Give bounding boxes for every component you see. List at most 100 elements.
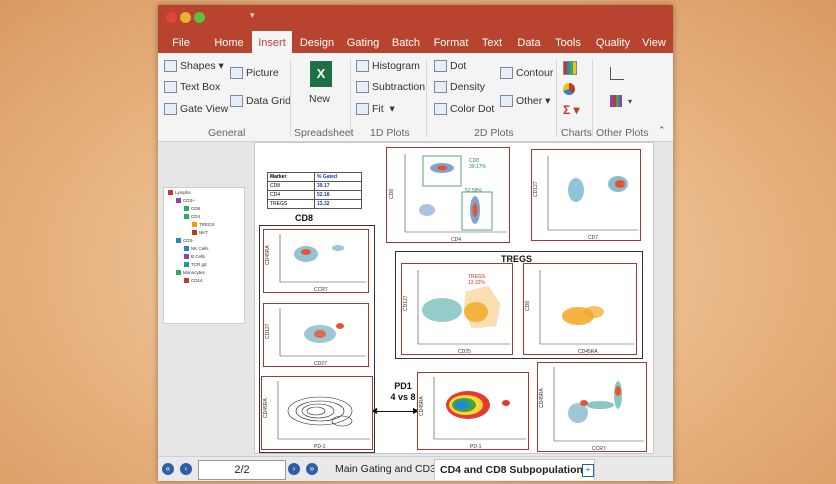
report-page[interactable]: Marker% Gated CD8 39.17 CD4 52.18 TREGS 13.… xyxy=(254,142,654,454)
fit-icon xyxy=(356,103,369,115)
group-label-spreadsheet: Spreadsheet xyxy=(294,127,354,139)
tab-file[interactable]: File xyxy=(162,31,200,53)
tab-tools[interactable]: Tools xyxy=(552,31,584,53)
prev-page-icon[interactable]: ‹ xyxy=(180,463,192,475)
first-page-icon[interactable]: « xyxy=(162,463,174,475)
table-cell: CD4 xyxy=(267,190,315,200)
pd1-label: PD1 xyxy=(394,381,412,391)
histogram-button[interactable]: Histogram xyxy=(356,60,420,72)
x-axis-label: PD-1 xyxy=(470,444,482,450)
plot-canvas: TREGS 13.32% CD25 CD127 xyxy=(403,270,510,355)
table-header: % Gated xyxy=(314,172,362,182)
plot-cd127-vs-cd27[interactable]: CD27 CD127 xyxy=(263,303,369,367)
plot-canvas: CD7 CD127 xyxy=(533,156,638,241)
ribbon-tabs: File Home Insert Design Gating Batch For… xyxy=(158,31,673,53)
tree-node[interactable]: CD8 xyxy=(184,206,200,212)
tab-home[interactable]: Home xyxy=(208,31,250,53)
double-arrow xyxy=(375,411,417,412)
plot-cd8-vs-cd4[interactable]: CD8 39.17% 52.58% CD4 CD8 xyxy=(386,147,510,243)
y-axis-label: CD45RA xyxy=(263,398,269,418)
page-tab-main-gating[interactable]: Main Gating and CD3 xyxy=(330,459,441,479)
plot-color-density-pd1[interactable]: PD-1 CD45RA xyxy=(417,372,529,450)
tree-node[interactable]: Monocytes xyxy=(176,270,205,276)
add-page-icon[interactable]: + xyxy=(582,464,594,477)
tree-node[interactable]: NKT xyxy=(192,230,208,236)
plot-cd127-vs-cd7[interactable]: CD7 CD127 xyxy=(531,149,641,241)
tab-quality[interactable]: Quality xyxy=(592,31,634,53)
gate-view-icon xyxy=(164,103,177,115)
minimize-window-button[interactable] xyxy=(180,12,191,23)
last-page-icon[interactable]: » xyxy=(306,463,318,475)
picture-button[interactable]: Picture xyxy=(230,67,279,79)
other-plot-button[interactable]: Other ▾ xyxy=(500,95,550,107)
collapse-ribbon-icon[interactable]: ⌃ xyxy=(658,125,666,136)
text-box-button[interactable]: Text Box xyxy=(164,81,220,93)
data-grid-button[interactable]: Data Grid xyxy=(230,95,291,107)
sum-chart-icon[interactable]: Σ ▾ xyxy=(563,103,580,117)
heatmap-icon[interactable] xyxy=(610,95,622,107)
x-axis-label: CD7 xyxy=(588,235,598,241)
plot-canvas: CCR7 CD45RA xyxy=(539,367,644,452)
pd1-compare-label: 4 vs 8 xyxy=(390,392,416,402)
plot-cd8-vs-cd45ra[interactable]: CD45RA CD8 xyxy=(523,263,637,355)
tab-text[interactable]: Text xyxy=(478,31,506,53)
tree-node[interactable]: TREGS xyxy=(192,222,215,228)
tree-node[interactable]: Lymphs xyxy=(168,190,191,196)
plot-cd45ra-vs-ccr7-b[interactable]: CCR7 CD45RA xyxy=(537,362,647,452)
fit-button[interactable]: Fit ▾ xyxy=(356,103,395,115)
shapes-icon xyxy=(164,60,177,72)
contour-plot-button[interactable]: Contour xyxy=(500,67,553,79)
gate-view-button[interactable]: Gate View xyxy=(164,103,228,115)
line-plot-icon[interactable] xyxy=(610,67,624,80)
plot-cd45ra-vs-ccr7[interactable]: CCR7 CD45RA xyxy=(263,229,369,293)
tree-node[interactable]: CD4 xyxy=(184,214,200,220)
tree-node[interactable]: CD14 xyxy=(184,278,203,284)
other-plots-dropdown-icon[interactable]: ▾ xyxy=(628,97,632,106)
dot-plot-button[interactable]: Dot xyxy=(434,60,466,72)
gate-percentage: 39.17% xyxy=(469,164,487,170)
marker-table[interactable]: Marker% Gated CD8 39.17 CD4 52.18 TREGS 13.… xyxy=(267,172,362,209)
tab-view[interactable]: View xyxy=(640,31,668,53)
tree-node[interactable]: B Cells xyxy=(184,254,205,260)
new-spreadsheet-button[interactable]: New xyxy=(309,93,330,105)
gating-tree[interactable]: Lymphs CD3+ CD8 CD4 TREGS NKT CD3- NK Ce… xyxy=(163,187,245,324)
subtraction-button[interactable]: Subtraction xyxy=(356,81,425,93)
group-separator xyxy=(556,59,557,137)
next-page-icon[interactable]: › xyxy=(288,463,300,475)
tab-design[interactable]: Design xyxy=(296,31,338,53)
tab-batch[interactable]: Batch xyxy=(388,31,424,53)
excel-icon[interactable]: X xyxy=(310,61,332,87)
table-header: Marker xyxy=(267,172,315,182)
group-label-2d-plots: 2D Plots xyxy=(474,127,514,139)
tree-node[interactable]: TCR gd xyxy=(184,262,207,268)
tab-format[interactable]: Format xyxy=(430,31,472,53)
page-indicator[interactable]: 2/2 xyxy=(198,460,286,480)
group-separator xyxy=(350,59,351,137)
plot-canvas: PD-1 CD45RA xyxy=(263,381,370,450)
plot-canvas: PD-1 CD45RA xyxy=(419,377,526,450)
y-axis-label: CD127 xyxy=(265,323,271,339)
plot-contour-cd45ra-vs-pd1[interactable]: PD-1 CD45RA xyxy=(261,376,373,450)
group-separator xyxy=(592,59,593,137)
quick-access-icon[interactable]: ▾ xyxy=(250,10,255,21)
title-bar: ▾ xyxy=(158,5,673,31)
plot-cd127-vs-cd25[interactable]: TREGS 13.32% CD25 CD127 xyxy=(401,263,513,355)
density-plot-button[interactable]: Density xyxy=(434,81,485,93)
pie-chart-icon[interactable] xyxy=(563,83,575,95)
tab-insert[interactable]: Insert xyxy=(252,31,292,53)
tab-data[interactable]: Data xyxy=(514,31,544,53)
tree-node[interactable]: CD3- xyxy=(176,238,194,244)
bar-chart-icon[interactable] xyxy=(563,61,577,75)
table-cell: CD8 xyxy=(267,181,315,191)
close-window-button[interactable] xyxy=(166,12,177,23)
table-cell: TREGS xyxy=(267,199,315,209)
page-tab-subpopulations[interactable]: CD4 and CD8 Subpopulations xyxy=(434,459,595,480)
tree-node[interactable]: NK Cells xyxy=(184,246,209,252)
subtraction-icon xyxy=(356,81,369,93)
tree-node[interactable]: CD3+ xyxy=(176,198,195,204)
y-axis-label: CD127 xyxy=(533,181,539,197)
maximize-window-button[interactable] xyxy=(194,12,205,23)
color-dot-button[interactable]: Color Dot xyxy=(434,103,494,115)
shapes-button[interactable]: Shapes ▾ xyxy=(164,60,224,72)
tab-gating[interactable]: Gating xyxy=(342,31,384,53)
